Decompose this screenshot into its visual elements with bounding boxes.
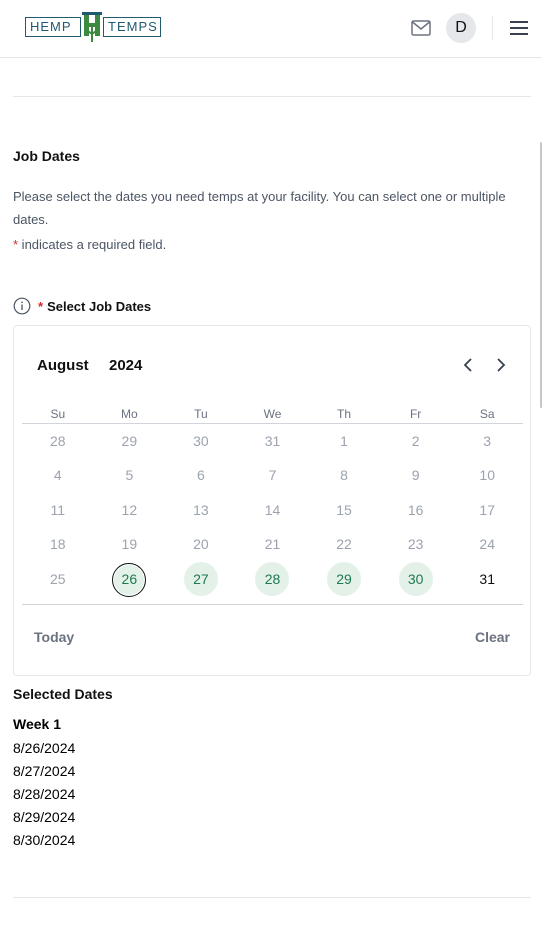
weekday-label: Th (337, 407, 352, 421)
weekday-label: Fr (409, 407, 422, 421)
calendar-day-selected[interactable]: 30 (380, 561, 452, 597)
calendar-week-row: 25 26 27 28 29 30 31 (22, 561, 523, 597)
calendar-day[interactable]: 19 (94, 527, 166, 561)
calendar-day[interactable]: 18 (22, 527, 94, 561)
weekday-label: Su (50, 407, 66, 421)
calendar-footer-divider (22, 604, 523, 605)
calendar-day[interactable]: 6 (165, 458, 237, 492)
calendar-year[interactable]: 2024 (109, 357, 142, 374)
calendar-day-selected[interactable]: 26 (94, 562, 166, 597)
calendar-week-row: 11 12 13 14 15 16 17 (22, 493, 523, 527)
calendar-day[interactable]: 16 (380, 493, 452, 527)
calendar-week-row: 18 19 20 21 22 23 24 (22, 527, 523, 561)
section-divider-bottom (13, 897, 531, 898)
calendar-day[interactable]: 5 (94, 458, 166, 492)
calendar-day[interactable]: 14 (237, 493, 309, 527)
calendar-week-row: 28 29 30 31 1 2 3 (22, 424, 523, 458)
weekday-header-row: Su Mo Tu We Th Fr Sa (22, 406, 523, 424)
calendar-day[interactable]: 21 (237, 527, 309, 561)
chevron-left-icon[interactable] (460, 356, 478, 374)
calendar-day[interactable]: 3 (451, 424, 523, 458)
calendar-day[interactable]: 11 (22, 493, 94, 527)
user-avatar[interactable]: D (446, 13, 476, 43)
mail-icon[interactable] (409, 18, 433, 38)
select-job-dates-label: * Select Job Dates (13, 297, 151, 315)
hamburger-menu-icon[interactable] (508, 18, 530, 38)
logo-text-right: TEMPS (103, 17, 161, 37)
selected-dates-title: Selected Dates (13, 686, 113, 702)
selected-date-item: 8/29/2024 (13, 809, 76, 825)
calendar-day[interactable]: 23 (380, 527, 452, 561)
job-dates-description: Please select the dates you need temps a… (13, 189, 506, 227)
calendar-day[interactable]: 17 (451, 493, 523, 527)
week-label: Week 1 (13, 716, 61, 732)
weekday-label: Mo (121, 407, 138, 421)
required-field-note: * indicates a required field. (13, 237, 166, 252)
selected-dates-list: 8/26/2024 8/27/2024 8/28/2024 8/29/2024 … (13, 737, 75, 852)
today-button[interactable]: Today (34, 629, 74, 645)
calendar-day[interactable]: 29 (94, 424, 166, 458)
hemp-temps-logo[interactable]: HEMP TEMPS (25, 12, 161, 44)
calendar-day-selected[interactable]: 28 (237, 561, 309, 597)
logo-text-left: HEMP (25, 17, 81, 37)
clear-button[interactable]: Clear (475, 629, 510, 645)
calendar-grid: Su Mo Tu We Th Fr Sa 28 29 30 31 1 2 3 4… (22, 406, 523, 597)
calendar-day[interactable]: 30 (165, 424, 237, 458)
calendar-day[interactable]: 9 (380, 458, 452, 492)
info-icon[interactable] (13, 297, 31, 315)
calendar-day[interactable]: 2 (380, 424, 452, 458)
calendar-day[interactable]: 13 (165, 493, 237, 527)
calendar-month[interactable]: August (37, 357, 89, 374)
header-divider (492, 16, 493, 40)
field-label-text: Select Job Dates (47, 298, 152, 314)
weekday-label: Tu (194, 407, 208, 421)
required-asterisk: * (38, 298, 44, 314)
required-note-text: indicates a required field. (18, 237, 167, 252)
logo-mark-icon (82, 12, 102, 42)
selected-date-item: 8/26/2024 (13, 740, 76, 756)
calendar-day[interactable]: 7 (237, 458, 309, 492)
calendar-day[interactable]: 8 (308, 458, 380, 492)
selected-date-item: 8/30/2024 (13, 832, 76, 848)
date-picker-calendar: August 2024 Su Mo Tu We Th Fr Sa 28 29 3… (13, 325, 531, 676)
calendar-day[interactable]: 1 (308, 424, 380, 458)
calendar-week-row: 4 5 6 7 8 9 10 (22, 458, 523, 492)
section-divider-top (13, 96, 531, 97)
calendar-day[interactable]: 24 (451, 527, 523, 561)
calendar-day[interactable]: 15 (308, 493, 380, 527)
selected-date-item: 8/28/2024 (13, 786, 76, 802)
selected-date-item: 8/27/2024 (13, 763, 76, 779)
job-dates-title: Job Dates (13, 148, 80, 164)
calendar-day[interactable]: 28 (22, 424, 94, 458)
calendar-day[interactable]: 25 (22, 562, 94, 597)
calendar-day[interactable]: 20 (165, 527, 237, 561)
weekday-label: We (263, 407, 282, 421)
calendar-day[interactable]: 31 (451, 562, 523, 597)
chevron-right-icon[interactable] (491, 356, 509, 374)
calendar-day-selected[interactable]: 27 (165, 561, 237, 597)
calendar-day[interactable]: 22 (308, 527, 380, 561)
top-header: HEMP TEMPS D (0, 0, 542, 58)
calendar-day[interactable]: 12 (94, 493, 166, 527)
calendar-day[interactable]: 4 (22, 458, 94, 492)
calendar-day-selected[interactable]: 29 (308, 561, 380, 597)
calendar-day[interactable]: 10 (451, 458, 523, 492)
calendar-day[interactable]: 31 (237, 424, 309, 458)
weekday-label: Sa (479, 407, 495, 421)
